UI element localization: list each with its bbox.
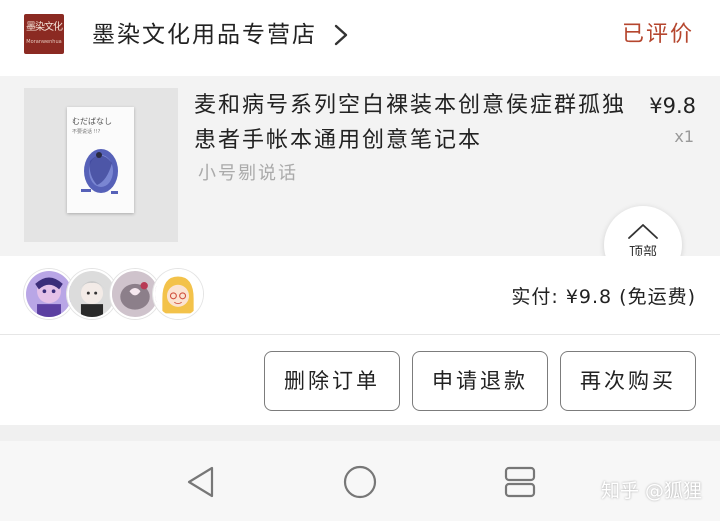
caret-up-icon	[628, 224, 658, 239]
order-summary-row: 实付: ¥9.8 (免运费)	[0, 256, 720, 334]
product-price: ¥9.8	[649, 94, 696, 118]
product-quantity: x1	[674, 127, 694, 146]
order-actions: 删除订单 申请退款 再次购买	[0, 335, 720, 425]
section-gap	[0, 425, 720, 441]
product-title[interactable]: 麦和病号系列空白裸装本创意侯症群孤独患者手帐本通用创意笔记本	[194, 88, 642, 158]
store-header: 墨染文化 Moranwenhua 墨染文化用品专营店 已评价	[0, 0, 720, 76]
delete-order-button[interactable]: 删除订单	[264, 351, 400, 411]
avatar[interactable]	[153, 269, 203, 319]
book-cover-image: むだばなし 不要说话 !!?	[67, 107, 134, 213]
square-recents-icon[interactable]	[501, 463, 539, 501]
book-cover-title: むだばなし	[72, 117, 112, 126]
store-logo-subtext: Moranwenhua	[26, 39, 62, 45]
book-cover-art	[81, 149, 118, 194]
chevron-right-icon[interactable]	[332, 24, 350, 46]
triangle-back-icon[interactable]	[182, 463, 220, 501]
system-nav-bar: 知乎 @狐狸	[0, 441, 720, 521]
product-thumbnail[interactable]: むだばなし 不要说话 !!?	[24, 88, 178, 242]
book-cover-subtitle: 不要说话 !!?	[72, 129, 101, 135]
request-refund-button[interactable]: 申请退款	[412, 351, 548, 411]
store-name-link[interactable]: 墨染文化用品专营店	[92, 18, 317, 52]
buy-again-button[interactable]: 再次购买	[560, 351, 696, 411]
watermark: 知乎 @狐狸	[600, 480, 702, 502]
circle-home-icon[interactable]	[341, 463, 379, 501]
paid-amount: 实付: ¥9.8 (免运费)	[511, 286, 696, 308]
store-logo[interactable]: 墨染文化 Moranwenhua	[24, 14, 64, 54]
store-logo-text: 墨染文化	[26, 22, 63, 33]
product-spec: 小号剔说话	[198, 163, 298, 184]
review-status-badge: 已评价	[621, 22, 694, 47]
